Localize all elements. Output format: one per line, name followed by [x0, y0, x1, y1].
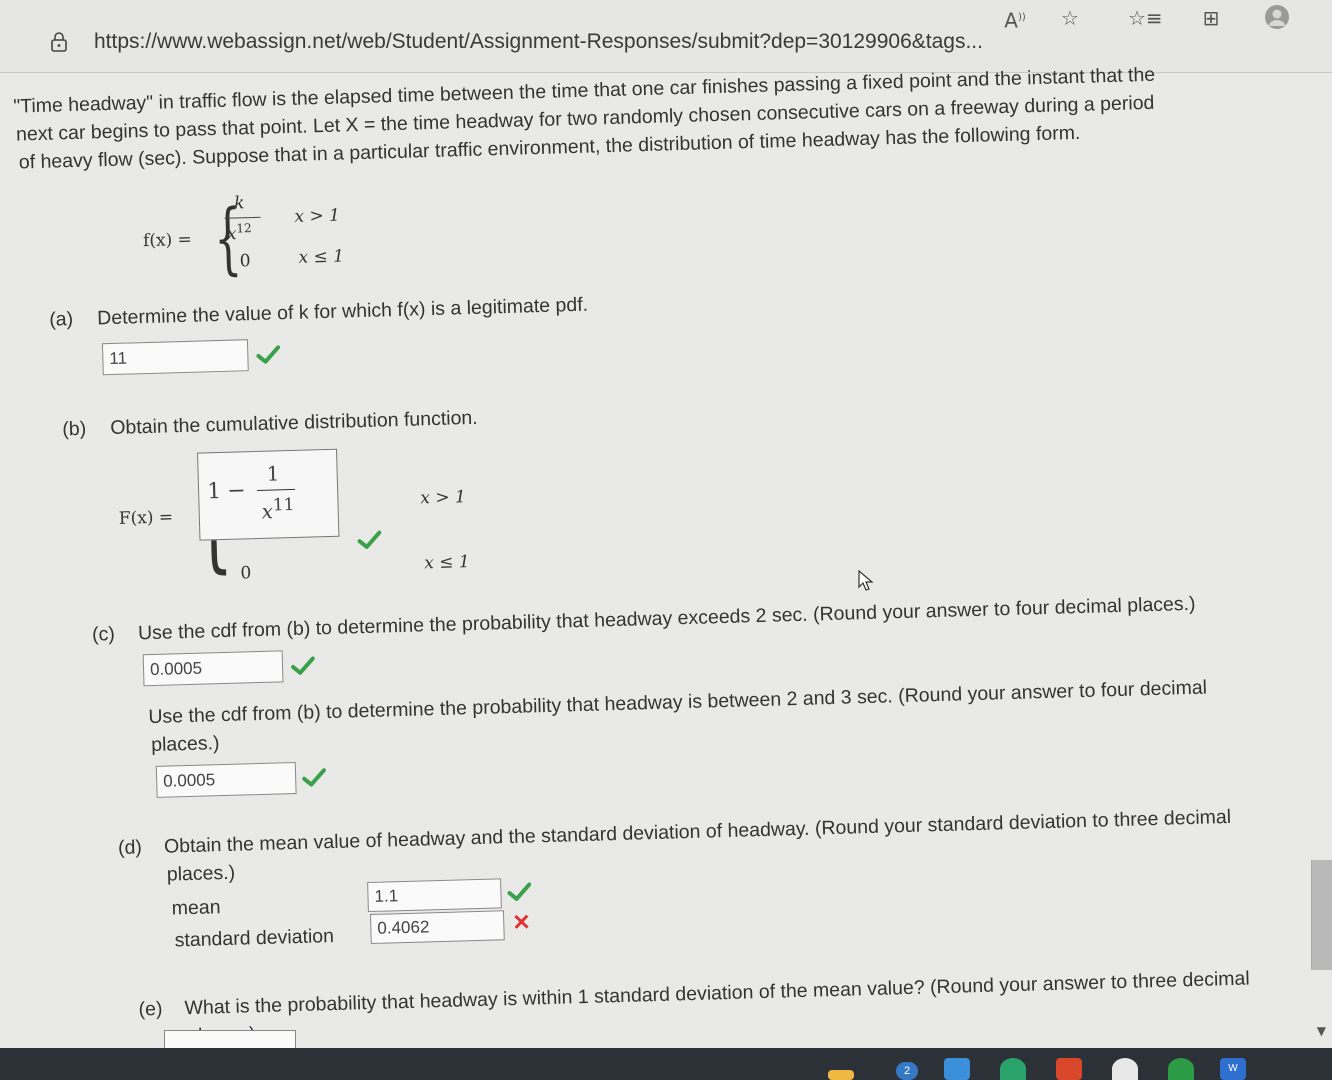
check-icon [291, 656, 315, 675]
add-favorite-icon[interactable]: ☆ [1055, 4, 1085, 32]
part-e-question-line-1: What is the probability that headway is … [184, 967, 1250, 1020]
mean-label: mean [171, 896, 221, 920]
check-icon [507, 882, 532, 901]
part-d-question-line-2: places.) [166, 861, 236, 886]
part-d-label: (d) [117, 836, 143, 860]
part-d-question-line-1: Obtain the mean value of headway and the… [163, 805, 1232, 858]
pdf-zero: 0 [239, 251, 251, 272]
part-b-answer-input[interactable]: 1 − 1 x11 [197, 448, 340, 541]
part-b-question: Obtain the cumulative distribution funct… [110, 406, 478, 440]
word-icon[interactable]: W [1220, 1058, 1246, 1080]
part-a-answer-input[interactable] [101, 339, 249, 376]
part-c-answer-2-input[interactable] [155, 762, 297, 798]
cdf-one: 1 [206, 478, 222, 505]
cdf-numerator: 1 [266, 461, 280, 486]
read-aloud-icon[interactable]: A)) [1000, 4, 1030, 33]
file-explorer-icon[interactable] [828, 1070, 854, 1080]
lock-icon[interactable] [50, 32, 68, 52]
check-icon [357, 530, 382, 549]
part-e-label: (e) [138, 997, 163, 1021]
cdf-minus: − [226, 478, 246, 504]
edge-icon[interactable] [1000, 1058, 1026, 1080]
office-icon[interactable] [1056, 1058, 1082, 1080]
mean-answer-input[interactable] [367, 878, 502, 913]
xbox-icon[interactable] [1168, 1058, 1194, 1080]
part-a-question: Determine the value of k for which f(x) … [96, 293, 589, 330]
pdf-lhs: f(x) = [142, 229, 193, 252]
cdf-lhs: F(x) = [118, 507, 174, 529]
sd-answer-input[interactable] [369, 910, 505, 944]
part-b-label: (b) [62, 417, 87, 441]
mail-icon[interactable] [944, 1058, 970, 1080]
cdf-zero: 0 [240, 563, 252, 584]
pdf-condition-1: x > 1 [294, 205, 341, 227]
mouse-cursor-icon [858, 570, 874, 591]
cdf-fraction-bar [257, 488, 296, 491]
part-c-question-1: Use the cdf from (b) to determine the pr… [137, 592, 1196, 645]
part-a-label: (a) [48, 308, 74, 331]
check-icon [256, 345, 281, 364]
chrome-icon[interactable] [1112, 1058, 1138, 1080]
part-c-question-2-line-2: places.) [150, 732, 220, 757]
scroll-down-icon[interactable]: ▼ [1317, 1024, 1326, 1038]
pdf-fraction-bar [224, 216, 261, 219]
pdf-numerator: k [233, 193, 245, 214]
part-c-label: (c) [91, 623, 116, 646]
notification-badge: 2 [896, 1062, 918, 1080]
sd-label: standard deviation [174, 925, 335, 952]
part-c-answer-1-input[interactable] [142, 650, 284, 687]
assignment-content: "Time headway" in traffic flow is the el… [0, 23, 1332, 1049]
pdf-denominator: x12 [226, 221, 252, 245]
cdf-condition-1: x > 1 [420, 487, 467, 509]
scrollbar-thumb[interactable] [1311, 860, 1332, 970]
pdf-condition-2: x ≤ 1 [298, 246, 345, 268]
cdf-denominator: x11 [261, 494, 295, 524]
part-c-question-2-line-1: Use the cdf from (b) to determine the pr… [148, 676, 1208, 729]
taskbar: 2 W [0, 1048, 1332, 1080]
cross-icon: ✕ [511, 909, 532, 936]
cdf-condition-2: x ≤ 1 [423, 552, 470, 574]
check-icon [302, 768, 326, 787]
